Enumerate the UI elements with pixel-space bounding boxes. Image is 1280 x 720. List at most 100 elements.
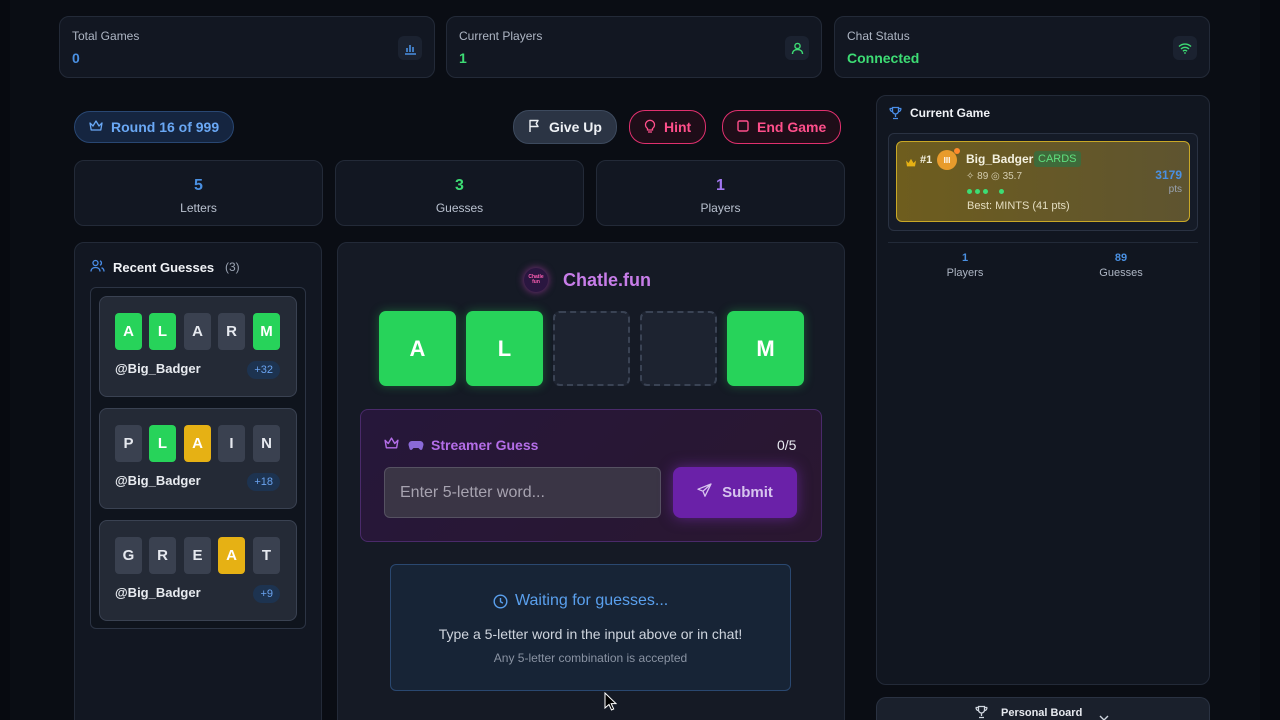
- leader-rank: #1: [920, 154, 933, 166]
- stop-square-icon: [737, 119, 749, 135]
- answer-tile-empty: [553, 311, 630, 386]
- letters-summary: 5 Letters: [74, 160, 323, 226]
- bar-chart-icon: [398, 36, 422, 60]
- answer-tile: A: [379, 311, 456, 386]
- submit-label: Submit: [722, 484, 773, 501]
- guess-card: G R E A T @Big_Badger +9: [99, 520, 297, 621]
- letter-tile: A: [115, 313, 142, 350]
- dot-icon: [983, 189, 988, 194]
- stat-value: Connected: [847, 50, 920, 66]
- streamer-guess-counter: 0/5: [777, 437, 797, 453]
- end-game-button[interactable]: End Game: [722, 110, 842, 144]
- hint-label: Hint: [664, 119, 692, 135]
- hint-button[interactable]: Hint: [629, 110, 707, 144]
- leader-substats: ✧ 89 ◎ 35.7: [966, 171, 1023, 182]
- leader-best: Best: MINTS (41 pts): [967, 200, 1070, 212]
- flag-icon: [528, 119, 541, 136]
- waiting-instructions: Type a 5-letter word in the input above …: [438, 626, 743, 642]
- guess-points-badge: +9: [253, 585, 280, 603]
- guess-card: P L A I N @Big_Badger +18: [99, 408, 297, 509]
- guess-username: @Big_Badger: [115, 585, 201, 600]
- dot-icon: [967, 189, 972, 194]
- players-count: 1: [716, 177, 725, 194]
- stat-label: Current Players: [459, 29, 543, 43]
- players-total: 1: [961, 252, 969, 264]
- dot-icon: [975, 189, 980, 194]
- letter-tile: A: [184, 313, 211, 350]
- gamepad-icon: [408, 438, 424, 456]
- submit-button[interactable]: Submit: [673, 467, 797, 518]
- guess-username: @Big_Badger: [115, 361, 201, 376]
- brand-title: Chatle.fun: [563, 270, 651, 290]
- personal-board-label: Personal Board: [1001, 707, 1083, 719]
- letter-tile: P: [115, 425, 142, 462]
- leader-guess-dots: [967, 189, 1004, 194]
- stat-current-players: Current Players 1: [446, 16, 822, 78]
- stat-value: 1: [459, 50, 467, 66]
- letter-tile: T: [253, 537, 280, 574]
- dot-icon: [999, 189, 1004, 194]
- lightbulb-icon: [644, 119, 656, 136]
- crown-icon: [905, 155, 917, 173]
- guesses-count: 3: [455, 177, 464, 194]
- leader-name: Big_Badger: [966, 152, 1034, 166]
- guess-points-badge: +32: [247, 361, 280, 379]
- user-icon: [785, 36, 809, 60]
- guess-username: @Big_Badger: [115, 473, 201, 488]
- stat-label: Chat Status: [847, 29, 910, 43]
- trophy-icon: [975, 705, 988, 720]
- word-input[interactable]: [384, 467, 661, 518]
- round-badge: Round 16 of 999: [74, 111, 235, 143]
- stat-chat-status: Chat Status Connected: [834, 16, 1210, 78]
- cards-badge: CARDS: [1034, 151, 1081, 167]
- letter-tile: R: [218, 313, 245, 350]
- letter-tile: A: [218, 537, 245, 574]
- letter-tile: E: [184, 537, 211, 574]
- letters-label: Letters: [180, 201, 217, 215]
- letter-tile: A: [184, 425, 211, 462]
- give-up-label: Give Up: [549, 119, 602, 135]
- crown-icon: [384, 437, 399, 455]
- letter-tile: G: [115, 537, 142, 574]
- personal-board-toggle[interactable]: Personal Board: [876, 697, 1210, 720]
- mouse-cursor-icon: [604, 691, 618, 716]
- guesses-total: 89: [1114, 252, 1128, 264]
- letter-tile: L: [149, 313, 176, 350]
- guesses-label: Guesses: [435, 201, 484, 215]
- chatle-logo: Chatle fun: [524, 268, 548, 292]
- wifi-icon: [1173, 36, 1197, 60]
- answer-tile-empty: [640, 311, 717, 386]
- round-label: Round 16 of 999: [111, 119, 220, 135]
- guesses-total-label: Guesses: [1099, 267, 1143, 279]
- guess-points-badge: +18: [247, 473, 280, 491]
- guesses-summary: 3 Guesses: [335, 160, 584, 226]
- letter-tile: R: [149, 537, 176, 574]
- guess-card: A L A R M @Big_Badger +32: [99, 296, 297, 397]
- leader-points-unit: pts: [1168, 184, 1182, 195]
- end-game-label: End Game: [757, 119, 827, 135]
- answer-tile: M: [727, 311, 804, 386]
- waiting-title: Waiting for guesses...: [515, 592, 669, 609]
- letter-tile: I: [218, 425, 245, 462]
- streamer-guess-title: Streamer Guess: [431, 437, 539, 453]
- players-summary: 1 Players: [596, 160, 845, 226]
- give-up-button[interactable]: Give Up: [513, 110, 617, 144]
- stat-label: Total Games: [72, 29, 140, 43]
- letter-tile: L: [149, 425, 176, 462]
- send-icon: [697, 483, 712, 502]
- online-dot-icon: [954, 148, 960, 154]
- leader-points: 3179: [1155, 168, 1182, 182]
- crown-icon: [89, 119, 103, 135]
- stat-value: 0: [72, 50, 80, 66]
- chevron-down-icon: [1099, 708, 1109, 720]
- clock-icon: [493, 594, 508, 614]
- players-total-label: Players: [946, 267, 984, 279]
- trophy-icon: [889, 106, 902, 125]
- letter-tile: N: [253, 425, 280, 462]
- divider: [888, 242, 1198, 243]
- players-label: Players: [700, 201, 741, 215]
- answer-tile: L: [466, 311, 543, 386]
- users-icon: [90, 259, 105, 278]
- recent-guesses-count: (3): [225, 260, 240, 274]
- waiting-note: Any 5-letter combination is accepted: [493, 651, 688, 665]
